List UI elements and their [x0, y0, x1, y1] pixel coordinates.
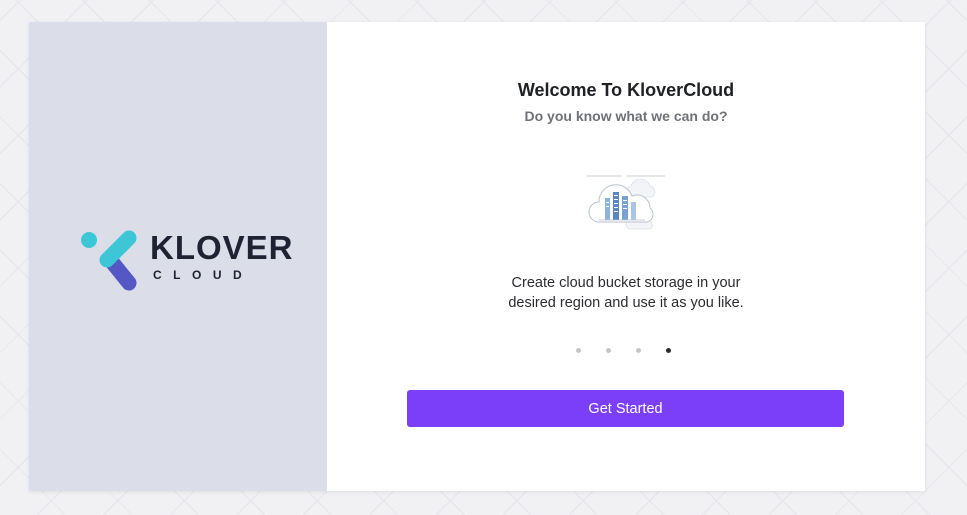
carousel-dot-3[interactable]: [636, 348, 641, 353]
cloud-storage-illustration: [585, 172, 669, 230]
brand-panel: KLOVER CLOUD: [29, 22, 327, 491]
logo-subword: CLOUD: [153, 268, 254, 282]
onboarding-card: KLOVER CLOUD Welcome To KloverCloud Do y…: [29, 22, 925, 491]
carousel-dot-2[interactable]: [606, 348, 611, 353]
welcome-title: Welcome To KloverCloud: [517, 80, 735, 100]
logo-wordmark: KLOVER: [150, 229, 294, 266]
klover-k-icon: [81, 230, 137, 291]
carousel-dot-1[interactable]: [576, 348, 581, 353]
carousel-dots: [576, 348, 676, 354]
slide-description-line-1: Create cloud bucket storage in your: [511, 275, 741, 291]
get-started-button[interactable]: Get Started: [407, 390, 844, 427]
welcome-panel: Welcome To KloverCloud Do you know what …: [327, 22, 925, 491]
slide-description: Create cloud bucket storage in your desi…: [477, 273, 775, 313]
carousel-dot-4[interactable]: [666, 348, 671, 353]
welcome-subtitle: Do you know what we can do?: [524, 108, 728, 124]
slide-description-line-2: desired region and use it as you like.: [508, 295, 744, 311]
klovercloud-logo: KLOVER CLOUD: [81, 222, 293, 294]
